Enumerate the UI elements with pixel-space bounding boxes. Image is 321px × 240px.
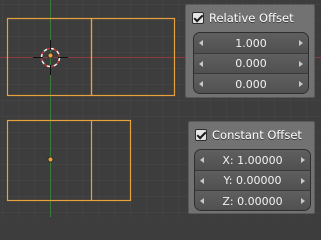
relative-offset-y-value: 0.000 [235,57,267,70]
constant-offset-z-value: Z: 0.00000 [222,194,283,208]
constant-offset-checkbox[interactable] [195,129,207,141]
increment-arrow-icon[interactable] [301,198,305,204]
relative-offset-z-field[interactable]: 0.000 [194,74,308,93]
constant-offset-panel: Constant Offset X: 1.00000 Y: 0.00000 Z:… [188,121,315,214]
decrement-arrow-icon[interactable] [199,60,203,67]
decrement-arrow-icon[interactable] [199,40,203,46]
decrement-arrow-icon[interactable] [199,81,203,87]
relative-offset-fields: 1.000 0.000 0.000 [193,32,309,94]
relative-offset-y-field[interactable]: 0.000 [194,54,308,74]
origin-dot-top [47,52,54,59]
increment-arrow-icon[interactable] [301,177,305,184]
increment-arrow-icon[interactable] [299,81,303,87]
decrement-arrow-icon[interactable] [200,157,204,163]
decrement-arrow-icon[interactable] [200,198,204,204]
constant-offset-label: Constant Offset [212,128,302,142]
relative-offset-label: Relative Offset [209,11,294,25]
constant-offset-x-value: X: 1.00000 [222,153,283,167]
relative-offset-checkbox[interactable] [192,12,204,24]
relative-offset-x-value: 1.000 [235,36,267,50]
increment-arrow-icon[interactable] [299,60,303,67]
constant-offset-x-field[interactable]: X: 1.00000 [195,150,310,171]
origin-dot-bottom [47,156,54,163]
relative-offset-header[interactable]: Relative Offset [192,10,294,26]
constant-offset-z-field[interactable]: Z: 0.00000 [195,191,310,210]
constant-offset-fields: X: 1.00000 Y: 0.00000 Z: 0.00000 [194,149,311,211]
increment-arrow-icon[interactable] [299,40,303,46]
relative-offset-x-field[interactable]: 1.000 [194,33,308,54]
relative-offset-z-value: 0.000 [235,77,267,91]
constant-offset-y-value: Y: 0.00000 [223,174,282,187]
relative-offset-panel: Relative Offset 1.000 0.000 0.000 [185,4,315,98]
decrement-arrow-icon[interactable] [200,177,204,184]
increment-arrow-icon[interactable] [301,157,305,163]
constant-offset-y-field[interactable]: Y: 0.00000 [195,171,310,191]
constant-offset-header[interactable]: Constant Offset [195,127,302,143]
